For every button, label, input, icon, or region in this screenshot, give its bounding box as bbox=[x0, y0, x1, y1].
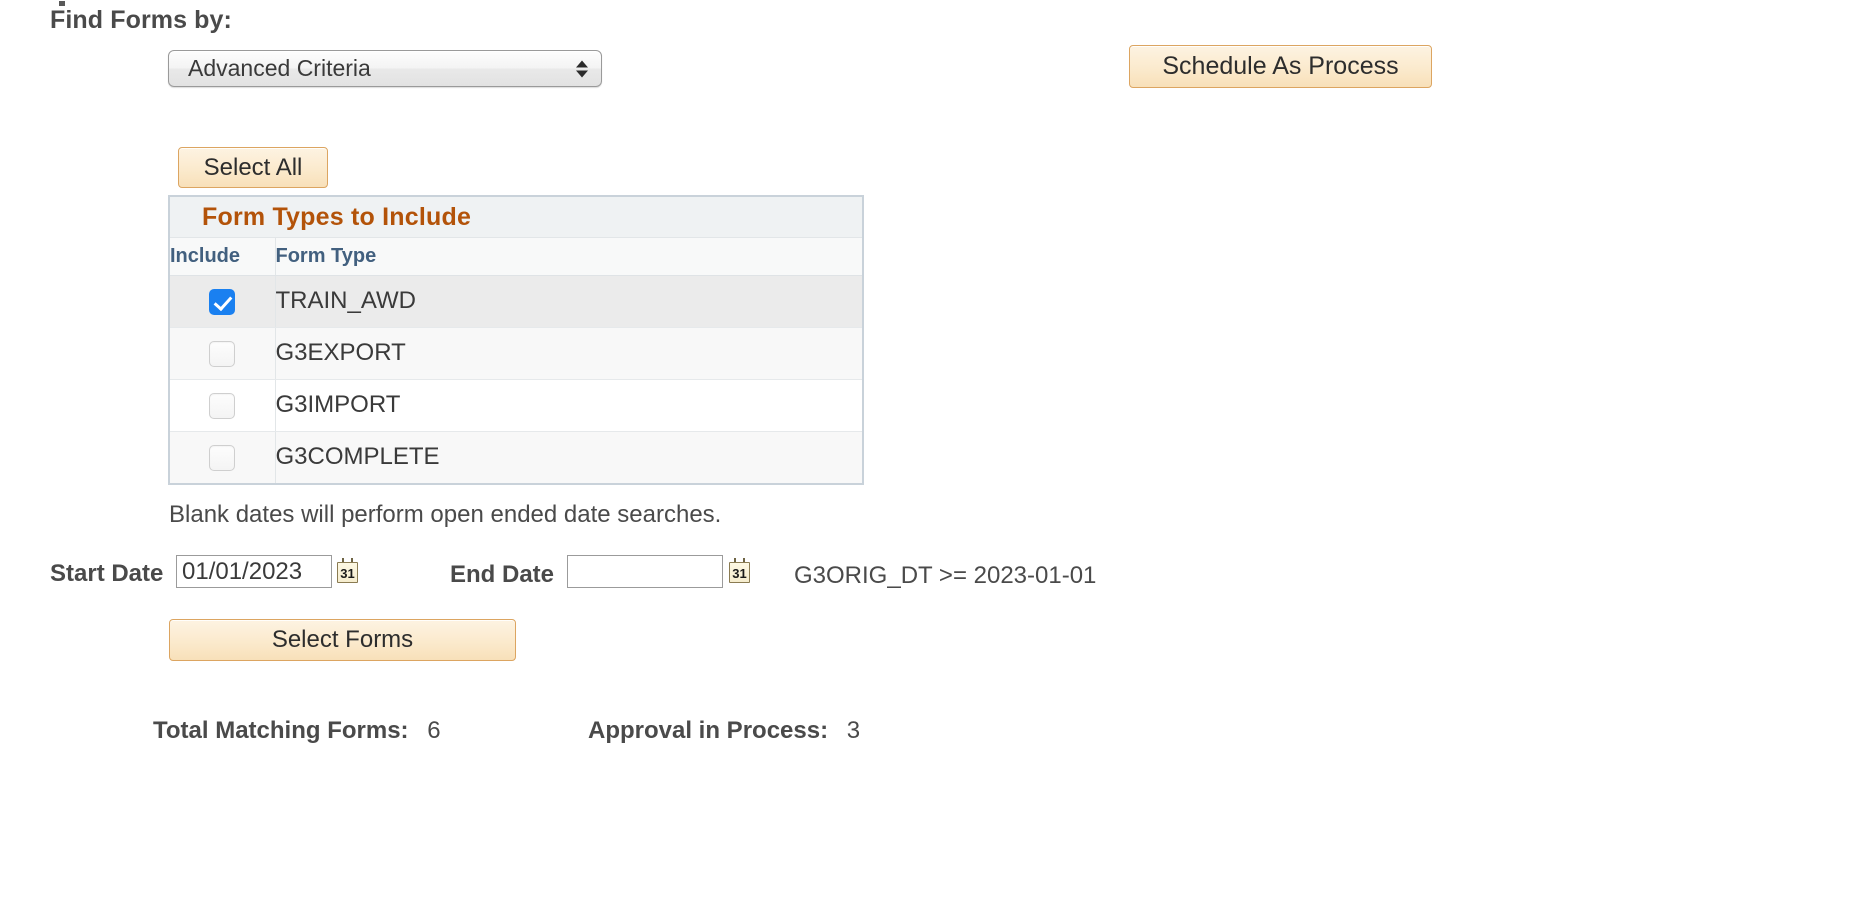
calendar-icon-day: 31 bbox=[340, 566, 355, 581]
form-types-table: Include Form Type TRAIN_AWD G3EXPORT G3I… bbox=[170, 238, 862, 483]
start-date-input[interactable] bbox=[176, 555, 332, 588]
include-cell bbox=[170, 275, 276, 328]
schedule-as-process-button[interactable]: Schedule As Process bbox=[1129, 45, 1432, 88]
calendar-icon[interactable]: 31 bbox=[337, 558, 361, 586]
table-row[interactable]: TRAIN_AWD bbox=[170, 275, 862, 328]
find-forms-by-selected-value: Advanced Criteria bbox=[188, 55, 371, 81]
total-matching-forms-label: Total Matching Forms: bbox=[153, 717, 409, 744]
column-header-include: Include bbox=[170, 238, 276, 276]
select-forms-button[interactable]: Select Forms bbox=[169, 619, 516, 661]
find-forms-by-select[interactable]: Advanced Criteria bbox=[168, 50, 602, 87]
include-cell bbox=[170, 327, 276, 380]
calendar-icon-day: 31 bbox=[732, 566, 747, 581]
form-type-cell: G3EXPORT bbox=[275, 327, 862, 380]
approval-in-process-label: Approval in Process: bbox=[588, 717, 829, 744]
approval-in-process-value: 3 bbox=[846, 717, 861, 744]
form-type-cell: G3COMPLETE bbox=[275, 431, 862, 483]
include-cell bbox=[170, 379, 276, 432]
table-row[interactable]: G3COMPLETE bbox=[170, 431, 862, 483]
include-cell bbox=[170, 431, 276, 483]
table-row[interactable]: G3EXPORT bbox=[170, 327, 862, 380]
chevron-up-down-icon bbox=[576, 60, 588, 77]
form-types-grid-title-text: Form Types to Include bbox=[202, 202, 472, 231]
include-checkbox[interactable] bbox=[209, 340, 236, 367]
form-types-grid-title: Form Types to Include bbox=[170, 197, 862, 238]
form-type-cell: TRAIN_AWD bbox=[275, 275, 862, 328]
start-date-label: Start Date bbox=[50, 560, 164, 587]
form-search-page: Find Forms by: Advanced Criteria Schedul… bbox=[0, 0, 1868, 900]
include-checkbox[interactable] bbox=[209, 392, 236, 419]
table-row[interactable]: G3IMPORT bbox=[170, 379, 862, 432]
include-checkbox[interactable] bbox=[209, 444, 236, 471]
end-date-input[interactable] bbox=[567, 555, 723, 588]
form-types-grid: Form Types to Include Include Form Type … bbox=[168, 195, 864, 485]
end-date-label: End Date bbox=[450, 561, 555, 588]
calendar-icon[interactable]: 31 bbox=[729, 558, 753, 586]
find-forms-by-select-box[interactable]: Advanced Criteria bbox=[168, 50, 602, 87]
approval-in-process: Approval in Process: 3 bbox=[588, 717, 860, 745]
select-all-button[interactable]: Select All bbox=[178, 147, 328, 188]
total-matching-forms-value: 6 bbox=[427, 717, 441, 744]
find-forms-by-label: Find Forms by: bbox=[50, 6, 232, 34]
total-matching-forms: Total Matching Forms: 6 bbox=[153, 717, 441, 745]
form-type-cell: G3IMPORT bbox=[275, 379, 862, 432]
blank-dates-note: Blank dates will perform open ended date… bbox=[169, 501, 722, 528]
column-header-form-type: Form Type bbox=[275, 238, 862, 276]
include-checkbox[interactable] bbox=[209, 288, 236, 315]
table-header-row: Include Form Type bbox=[170, 238, 862, 276]
date-filter-expression: G3ORIG_DT >= 2023-01-01 bbox=[794, 562, 1097, 589]
